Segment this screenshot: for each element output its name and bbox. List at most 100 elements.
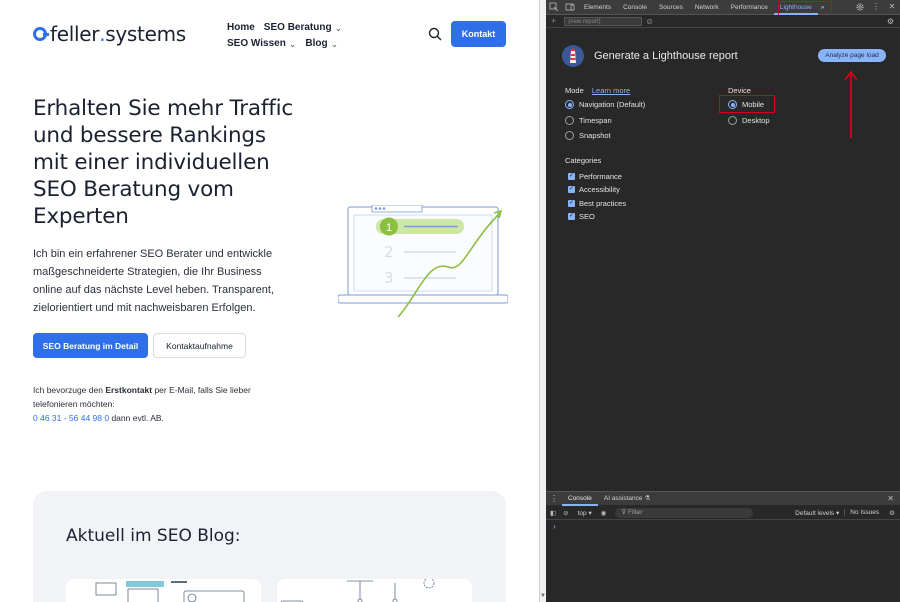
context-label: top xyxy=(577,509,587,517)
checkbox-checked-icon[interactable]: ✓ xyxy=(568,173,575,180)
radio-unchecked-icon[interactable] xyxy=(565,131,574,140)
drawer-tab-ai-assistance[interactable]: AI assistance ⚗ xyxy=(598,492,656,506)
mode-snapshot-label: Snapshot xyxy=(579,131,611,140)
blog-section: Aktuell im SEO Blog: + xyxy=(33,491,506,602)
category-seo-label: SEO xyxy=(579,212,595,221)
nav-blog-label: Blog xyxy=(305,38,328,49)
checkbox-checked-icon[interactable]: ✓ xyxy=(568,186,575,193)
drawer-menu-icon[interactable]: ⋮ xyxy=(546,494,562,503)
category-performance[interactable]: ✓ Performance xyxy=(568,172,622,181)
logo-text-post: systems xyxy=(105,22,186,46)
nav-blog[interactable]: Blog ⌄ xyxy=(305,36,338,52)
ai-assistance-label: AI assistance xyxy=(603,494,643,502)
no-issues-badge[interactable]: No Issues xyxy=(844,509,884,516)
mode-label: Mode Learn more xyxy=(565,86,630,95)
contact-text: Ich bevorzuge den Erstkontakt per E-Mail… xyxy=(33,383,293,425)
mode-option-navigation[interactable]: Navigation (Default) xyxy=(565,100,645,109)
seo-beratung-detail-button[interactable]: SEO Beratung im Detail xyxy=(33,333,148,358)
kontakt-button[interactable]: Kontakt xyxy=(451,21,506,47)
contact-bold: Erstkontakt xyxy=(105,385,153,395)
radio-unchecked-icon[interactable] xyxy=(728,116,737,125)
categories-label: Categories xyxy=(565,156,602,165)
tab-performance[interactable]: Performance xyxy=(725,0,774,15)
devtools-tab-bar: Elements Console Sources Network Perform… xyxy=(546,0,900,15)
sidebar-toggle-icon[interactable]: ◧ xyxy=(546,509,560,517)
devtools-resizer[interactable] xyxy=(539,0,546,602)
blog-card[interactable] xyxy=(66,579,261,602)
console-filter-input[interactable]: ⊽ Filter xyxy=(615,507,754,518)
tab-console[interactable]: Console xyxy=(617,0,653,15)
tab-sources[interactable]: Sources xyxy=(653,0,689,15)
category-seo[interactable]: ✓ SEO xyxy=(568,212,595,221)
ranking-illustration: 1 2 3 xyxy=(338,205,508,318)
console-prompt[interactable]: › xyxy=(553,522,556,531)
device-toolbar-icon[interactable] xyxy=(565,2,575,12)
logo-mark-icon xyxy=(33,27,49,41)
device-option-desktop[interactable]: Desktop xyxy=(728,116,770,125)
more-options-icon[interactable]: ⋮ xyxy=(871,2,881,12)
settings-gear-icon[interactable] xyxy=(855,2,865,12)
category-best-practices[interactable]: ✓ Best practices xyxy=(568,199,626,208)
checkbox-checked-icon[interactable]: ✓ xyxy=(568,213,575,220)
mode-option-timespan[interactable]: Timespan xyxy=(565,116,612,125)
chevron-down-icon: ⌄ xyxy=(334,23,343,33)
nav-seo-wissen-label: SEO Wissen xyxy=(227,38,286,49)
category-accessibility-label: Accessibility xyxy=(579,185,620,194)
radio-unchecked-icon[interactable] xyxy=(565,116,574,125)
analyze-page-load-button[interactable]: Analyze page load xyxy=(818,49,886,62)
nav-home[interactable]: Home xyxy=(227,20,255,36)
ai-flask-icon: ⚗ xyxy=(644,494,651,502)
close-devtools-icon[interactable]: ✕ xyxy=(887,2,897,12)
site-logo[interactable]: feller. systems xyxy=(33,22,186,46)
blog-card-illustration: + xyxy=(280,579,435,602)
drawer-tab-console[interactable]: Console xyxy=(562,492,598,506)
console-settings-icon[interactable]: ⚙ xyxy=(884,509,900,517)
report-select[interactable]: (new report) xyxy=(564,16,643,26)
device-label: Device xyxy=(728,86,751,95)
clear-console-icon[interactable]: ⊘ xyxy=(560,509,571,517)
mode-timespan-label: Timespan xyxy=(579,116,612,125)
inspect-element-icon[interactable] xyxy=(549,2,559,12)
clear-reports-icon[interactable]: ⊘ xyxy=(646,17,653,26)
console-toolbar: ◧ ⊘ top ▾ ◉ ⊽ Filter Default levels ▾ No… xyxy=(546,506,900,520)
blog-card[interactable]: + xyxy=(277,579,472,602)
chevron-down-icon: ⌄ xyxy=(330,39,339,49)
mode-option-snapshot[interactable]: Snapshot xyxy=(565,131,611,140)
chevron-down-icon: ⌄ xyxy=(288,39,297,49)
tab-network[interactable]: Network xyxy=(689,0,725,15)
illustration-number: 2 xyxy=(384,243,394,261)
illustration-number: 3 xyxy=(384,269,394,287)
radio-checked-icon[interactable] xyxy=(565,100,574,109)
category-accessibility[interactable]: ✓ Accessibility xyxy=(568,185,620,194)
nav-seo-beratung-label: SEO Beratung xyxy=(263,22,332,33)
learn-more-link[interactable]: Learn more xyxy=(592,86,630,95)
contact-pre: Ich bevorzuge den xyxy=(33,385,106,395)
lighthouse-toolbar: + (new report) ⊘ ⚙ xyxy=(546,15,900,28)
tab-elements[interactable]: Elements xyxy=(578,0,617,15)
close-drawer-icon[interactable]: ✕ xyxy=(881,494,900,503)
lighthouse-logo-icon xyxy=(562,45,584,67)
default-levels-dropdown[interactable]: Default levels ▾ xyxy=(790,509,844,517)
mode-navigation-label: Navigation (Default) xyxy=(579,100,646,109)
phone-link[interactable]: 0 46 31 - 56 44 98 0 xyxy=(33,413,109,423)
context-select[interactable]: top ▾ xyxy=(572,509,598,517)
live-expression-eye-icon[interactable]: ◉ xyxy=(598,509,610,517)
main-nav: Home SEO Beratung ⌄ SEO Wissen ⌄ Blog ⌄ xyxy=(227,20,342,52)
webpage: feller. systems Home SEO Beratung ⌄ SEO Wi… xyxy=(0,0,539,602)
devtools-panel: Elements Console Sources Network Perform… xyxy=(546,0,900,602)
nav-seo-wissen[interactable]: SEO Wissen ⌄ xyxy=(227,36,296,52)
category-best-practices-label: Best practices xyxy=(579,199,627,208)
lighthouse-settings-icon[interactable]: ⚙ xyxy=(887,17,894,26)
lighthouse-title: Generate a Lighthouse report xyxy=(594,50,738,62)
kontaktaufnahme-button[interactable]: Kontaktaufnahme xyxy=(153,333,246,358)
illustration-number: 1 xyxy=(386,222,392,234)
mobile-option-highlight xyxy=(719,95,775,113)
checkbox-checked-icon[interactable]: ✓ xyxy=(568,200,575,207)
new-report-plus-icon[interactable]: + xyxy=(551,16,556,26)
mode-label-text: Mode xyxy=(565,86,584,95)
filter-placeholder: Filter xyxy=(627,508,643,516)
hero-text: Ich bin ein erfahrener SEO Berater und e… xyxy=(33,248,274,314)
search-icon[interactable] xyxy=(428,27,442,41)
nav-seo-beratung[interactable]: SEO Beratung ⌄ xyxy=(264,20,342,36)
drawer-tab-bar: ⋮ Console AI assistance ⚗ ✕ xyxy=(546,491,900,506)
